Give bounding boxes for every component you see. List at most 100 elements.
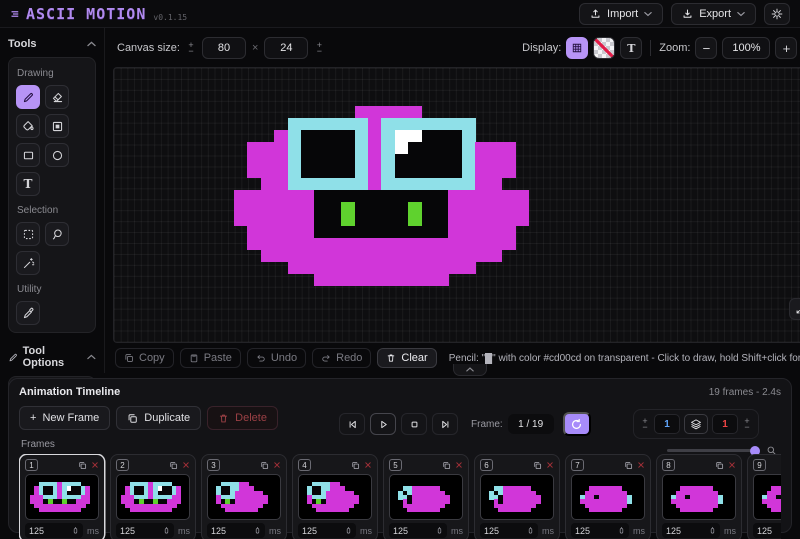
timer-icon [709,526,716,535]
onion-prev-count[interactable]: 1 [654,414,680,434]
play-button[interactable] [370,413,396,435]
frame-card[interactable]: 9 125 ms [747,454,781,539]
eraser-tool-button[interactable] [45,85,69,109]
frame-delete-icon[interactable] [182,461,190,469]
copy-button[interactable]: Copy [115,348,174,368]
frame-duration-input[interactable]: 125 [389,523,447,538]
frame-tool-button[interactable] [45,114,69,138]
new-frame-button[interactable]: + New Frame [19,406,110,430]
grid-display-toggle[interactable] [566,37,588,59]
frame-thumbnail[interactable] [298,474,372,520]
undo-label: Undo [271,352,297,364]
frame-fill-icon [51,120,64,133]
loop-button[interactable] [563,412,591,436]
frame-thumbnail[interactable] [480,474,554,520]
last-frame-button[interactable] [432,413,458,435]
frame-duplicate-icon[interactable] [169,461,178,470]
stop-button[interactable] [401,413,427,435]
zoom-out-button[interactable]: − [695,37,717,59]
frame-card[interactable]: 1 125 ms [19,454,105,539]
tool-options-header[interactable]: Tool Options [8,345,96,369]
frame-duration-input[interactable]: 125 [298,523,356,538]
frame-duration-input[interactable]: 125 [571,523,629,538]
frame-duration-input[interactable]: 125 [662,523,720,538]
frame-duplicate-icon[interactable] [715,461,724,470]
frame-thumbnail[interactable] [116,474,190,520]
frame-thumbnail[interactable] [25,474,99,520]
rectangle-tool-button[interactable] [16,143,40,167]
tools-header-label: Tools [8,38,37,50]
frame-card[interactable]: 4 125 ms [292,454,378,539]
frame-card[interactable]: 3 125 ms [201,454,287,539]
canvas-height-input[interactable]: 24 [264,37,308,59]
ellipse-icon [51,149,64,162]
frame-card[interactable]: 2 125 ms [110,454,196,539]
frame-thumbnail[interactable] [207,474,281,520]
undo-button[interactable]: Undo [247,348,306,368]
frame-duplicate-icon[interactable] [78,461,87,470]
frame-duplicate-icon[interactable] [533,461,542,470]
canvas-height-stepper[interactable]: +− [314,42,324,54]
frame-duration-input[interactable]: 125 [753,523,781,538]
pencil-tool-button[interactable] [16,85,40,109]
first-frame-button[interactable] [339,413,365,435]
delete-frame-button[interactable]: Delete [207,406,278,430]
transparency-display-toggle[interactable] [593,37,615,59]
frame-delete-icon[interactable] [273,461,281,469]
canvas-width-stepper[interactable]: +− [186,42,196,54]
frame-thumbnail[interactable] [389,474,463,520]
import-button[interactable]: Import [579,3,663,25]
frame-delete-icon[interactable] [728,461,736,469]
ellipse-tool-button[interactable] [45,143,69,167]
onion-next-stepper[interactable]: +− [742,418,752,430]
slider-track[interactable] [667,449,760,452]
zoom-in-button[interactable]: + [775,37,797,59]
drawing-canvas[interactable] [113,67,800,343]
char-display-toggle[interactable]: T [620,37,642,59]
frame-thumbnail[interactable] [662,474,736,520]
text-tool-button[interactable]: T [16,172,40,196]
frame-card[interactable]: 5 125 ms [383,454,469,539]
theme-toggle-button[interactable] [764,3,790,25]
frame-card[interactable]: 8 125 ms [656,454,742,539]
eyedropper-tool-button[interactable] [16,301,40,325]
frame-thumbnail[interactable] [571,474,645,520]
frame-delete-icon[interactable] [364,461,372,469]
tools-header[interactable]: Tools [8,38,96,50]
fill-tool-button[interactable] [16,114,40,138]
frame-thumbnail[interactable] [753,474,781,520]
frame-card[interactable]: 7 125 ms [565,454,651,539]
frame-delete-icon[interactable] [546,461,554,469]
clear-button[interactable]: Clear [377,348,436,368]
frame-duplicate-icon[interactable] [442,461,451,470]
redo-button[interactable]: Redo [312,348,371,368]
canvas-expand-handle[interactable] [789,298,800,320]
frame-delete-icon[interactable] [91,461,99,469]
frame-duration-unit: ms [724,526,736,536]
frame-duplicate-icon[interactable] [351,461,360,470]
export-button[interactable]: Export [671,3,756,25]
lasso-tool-button[interactable] [45,222,69,246]
frame-card[interactable]: 6 125 ms [474,454,560,539]
frame-duration-input[interactable]: 125 [480,523,538,538]
delete-label: Delete [235,412,267,424]
canvas-width-input[interactable]: 80 [202,37,246,59]
copy-icon [78,461,87,470]
timeline-collapse-handle[interactable] [453,364,487,376]
timer-icon [254,526,261,535]
frame-duration-input[interactable]: 125 [25,523,83,538]
onion-prev-stepper[interactable]: +− [640,418,650,430]
frame-delete-icon[interactable] [637,461,645,469]
paste-button[interactable]: Paste [180,348,241,368]
canvas-art[interactable] [234,106,529,286]
onion-next-count[interactable]: 1 [712,414,738,434]
frame-duration-input[interactable]: 125 [207,523,265,538]
duplicate-frame-button[interactable]: Duplicate [116,406,201,430]
onion-skin-toggle[interactable] [684,414,708,434]
select-tool-button[interactable] [16,222,40,246]
frame-delete-icon[interactable] [455,461,463,469]
frame-duration-input[interactable]: 125 [116,523,174,538]
magic-wand-tool-button[interactable] [16,251,40,275]
frame-duplicate-icon[interactable] [624,461,633,470]
frame-duplicate-icon[interactable] [260,461,269,470]
